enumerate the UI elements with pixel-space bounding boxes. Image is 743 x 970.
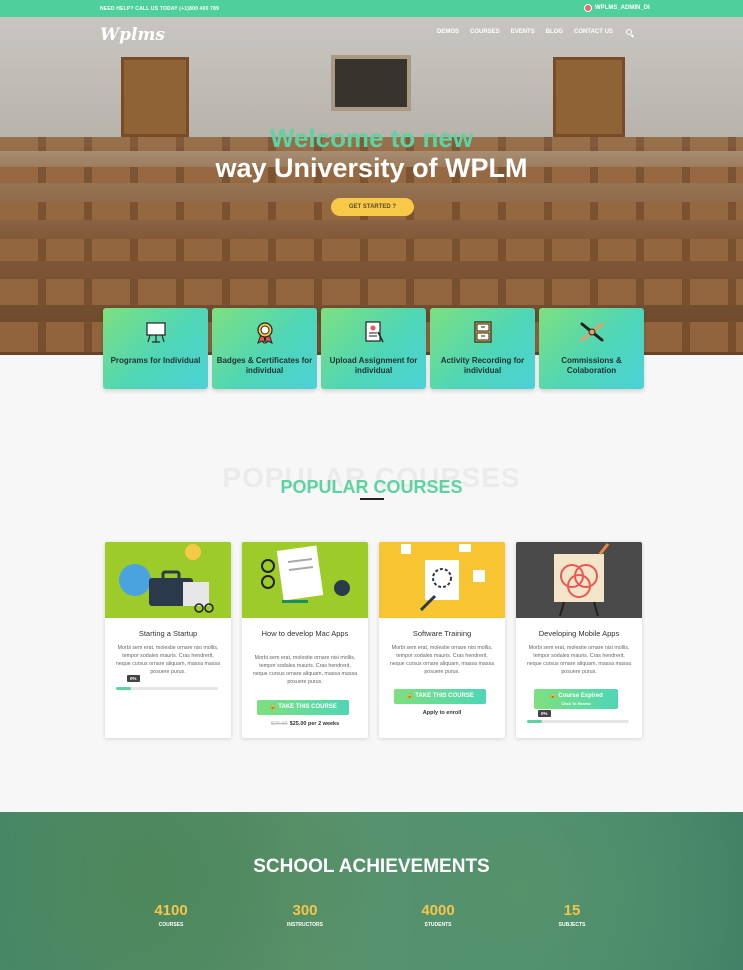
course-title[interactable]: Starting a Startup <box>111 628 225 639</box>
hero-overlay <box>0 17 743 355</box>
course-image-mac-apps[interactable] <box>242 542 368 618</box>
take-course-button[interactable]: 🔒 TAKE THIS COURSE <box>257 700 349 715</box>
course-cards: Starting a Startup Morbi sem erat, moles… <box>105 542 642 738</box>
achievements-section: SCHOOL ACHIEVEMENTS 4100 COURSES 300 INS… <box>0 812 743 970</box>
feature-tile-commissions[interactable]: Commissions & Colaboration <box>539 308 644 389</box>
feature-label: Programs for Individual <box>110 356 201 365</box>
main-nav: DEMOS COURSES EVENTS BLOG CONTACT US <box>437 29 632 35</box>
course-title[interactable]: Developing Mobile Apps <box>522 628 636 639</box>
course-progress-bar <box>116 687 218 690</box>
presentation-board-icon <box>146 322 166 343</box>
course-description: Morbi sem erat, molestie ornare nisi mol… <box>252 655 358 685</box>
stat-number: 4100 <box>154 902 188 919</box>
stat-instructors: 300 INSTRUCTORS <box>265 902 345 928</box>
course-image-software[interactable] <box>379 542 505 618</box>
course-card[interactable]: Developing Mobile Apps Morbi sem erat, m… <box>516 542 642 738</box>
stat-number: 4000 <box>421 902 455 919</box>
stat-number: 15 <box>563 902 581 919</box>
feature-label: Commissions & Colaboration <box>561 356 622 375</box>
nav-blog[interactable]: BLOG <box>546 29 563 35</box>
progress-fill <box>116 687 132 690</box>
lock-icon: 🔒 <box>406 693 414 699</box>
feature-label: Upload Assignment for individual <box>329 356 418 375</box>
lock-icon: 🔒 <box>269 704 277 710</box>
achievements-title: SCHOOL ACHIEVEMENTS <box>253 856 490 877</box>
progress-badge: 0% <box>538 710 551 717</box>
course-card[interactable]: Software Training Morbi sem erat, molest… <box>379 542 505 738</box>
handshake-icon <box>580 322 604 342</box>
course-image-startup[interactable] <box>105 542 231 618</box>
call-us-text: NEED HELP? CALL US TODAY (+1)800 400 789 <box>100 6 220 12</box>
course-price: $20.00 $25.00 per 2 weeks <box>270 721 340 727</box>
stat-courses: 4100 COURSES <box>131 902 211 928</box>
course-image-mobile-apps[interactable] <box>516 542 642 618</box>
hero-heading-line2: way University of WPLM <box>215 153 528 183</box>
badge-ribbon-icon <box>257 322 273 344</box>
progress-badge: 0% <box>127 675 140 682</box>
search-icon[interactable] <box>625 29 632 35</box>
course-title[interactable]: Software Training <box>385 628 499 639</box>
course-title[interactable]: How to develop Mac Apps <box>248 628 362 639</box>
course-expired-button[interactable]: 🔒 Course Expired Click To Renew <box>534 689 618 709</box>
feature-label: Activity Recording for individual <box>440 356 525 375</box>
nav-courses[interactable]: COURSES <box>470 29 500 35</box>
course-progress-bar <box>527 720 629 723</box>
course-description: Morbi sem erat, molestie ornare nisi mol… <box>115 645 221 675</box>
take-course-button[interactable]: 🔒 TAKE THIS COURSE <box>394 689 486 704</box>
stat-students: 4000 STUDENTS <box>398 902 478 928</box>
user-menu[interactable]: WPLMS_ADMIN_DI <box>584 4 650 12</box>
feature-tiles: Programs for Individual Badges & Certifi… <box>103 308 644 389</box>
section-title: POPULAR COURSES <box>280 477 463 497</box>
course-card[interactable]: Starting a Startup Morbi sem erat, moles… <box>105 542 231 738</box>
lock-icon: 🔒 <box>549 693 557 699</box>
feature-tile-activity[interactable]: Activity Recording for individual <box>430 308 535 389</box>
course-description: Morbi sem erat, molestie ornare nisi mol… <box>389 645 495 675</box>
nav-contact[interactable]: CONTACT US <box>574 29 613 35</box>
avatar <box>584 4 592 12</box>
activity-cabinet-icon <box>474 321 492 343</box>
get-started-button[interactable]: GET STARTED ? <box>331 198 414 216</box>
hero-section <box>0 17 743 355</box>
feature-tile-badges[interactable]: Badges & Certificates for individual <box>212 308 317 389</box>
nav-events[interactable]: EVENTS <box>511 29 535 35</box>
apply-note: Apply to enroll <box>422 710 462 716</box>
document-upload-icon <box>365 321 384 343</box>
stat-label: INSTRUCTORS <box>286 922 324 928</box>
hero-heading-line1: Welcome to new <box>269 123 474 153</box>
stat-label: COURSES <box>158 922 184 928</box>
course-card[interactable]: How to develop Mac Apps Morbi sem erat, … <box>242 542 368 738</box>
renew-link[interactable]: Click To Renew <box>534 701 618 706</box>
course-description: Morbi sem erat, molestie ornare nisi mol… <box>526 645 632 675</box>
feature-tile-assignment[interactable]: Upload Assignment for individual <box>321 308 426 389</box>
site-logo[interactable]: Wplms <box>100 25 165 45</box>
progress-fill <box>527 720 543 723</box>
stat-label: SUBJECTS <box>558 922 586 928</box>
username: WPLMS_ADMIN_DI <box>595 5 650 11</box>
stat-subjects: 15 SUBJECTS <box>532 902 612 928</box>
stat-number: 300 <box>292 902 318 919</box>
achievements-overlay <box>0 812 743 970</box>
feature-tile-programs[interactable]: Programs for Individual <box>103 308 208 389</box>
title-divider <box>360 498 384 500</box>
feature-label: Badges & Certificates for individual <box>216 356 313 375</box>
nav-demos[interactable]: DEMOS <box>437 29 459 35</box>
stat-label: STUDENTS <box>424 922 452 928</box>
top-bar: NEED HELP? CALL US TODAY (+1)800 400 789… <box>0 0 743 17</box>
